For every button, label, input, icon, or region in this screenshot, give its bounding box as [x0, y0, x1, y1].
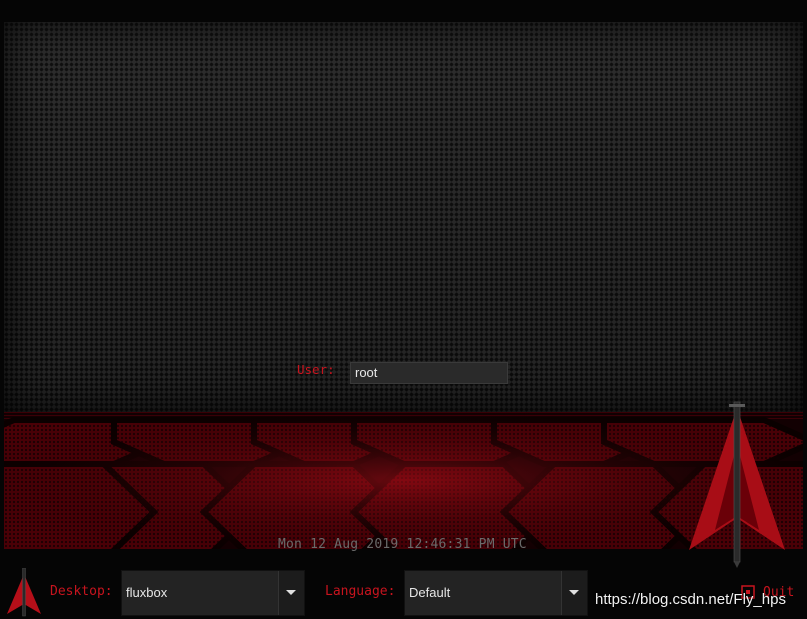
hexagon-pattern — [4, 412, 803, 549]
red-hexagon-band — [4, 412, 803, 549]
blackarch-logo-icon — [689, 401, 785, 568]
user-label: User: — [297, 362, 335, 377]
language-label: Language: — [325, 584, 396, 599]
dropdown-arrow-icon[interactable] — [278, 571, 304, 615]
watermark: https://blog.csdn.net/Fly_hps — [595, 591, 786, 608]
desktop-select[interactable]: fluxbox — [121, 570, 305, 616]
login-screen: User: root Mon 12 Aug 2019 12:46:31 PM U… — [0, 0, 807, 619]
dropdown-arrow-icon[interactable] — [561, 571, 587, 615]
blackarch-logo-small-icon — [7, 568, 41, 617]
desktop-label: Desktop: — [50, 584, 113, 599]
language-value: Default — [409, 585, 451, 600]
login-panel — [4, 22, 803, 412]
language-select[interactable]: Default — [404, 570, 588, 616]
desktop-value: fluxbox — [126, 585, 168, 600]
clock: Mon 12 Aug 2019 12:46:31 PM UTC — [278, 537, 527, 552]
user-input[interactable]: root — [350, 362, 508, 384]
